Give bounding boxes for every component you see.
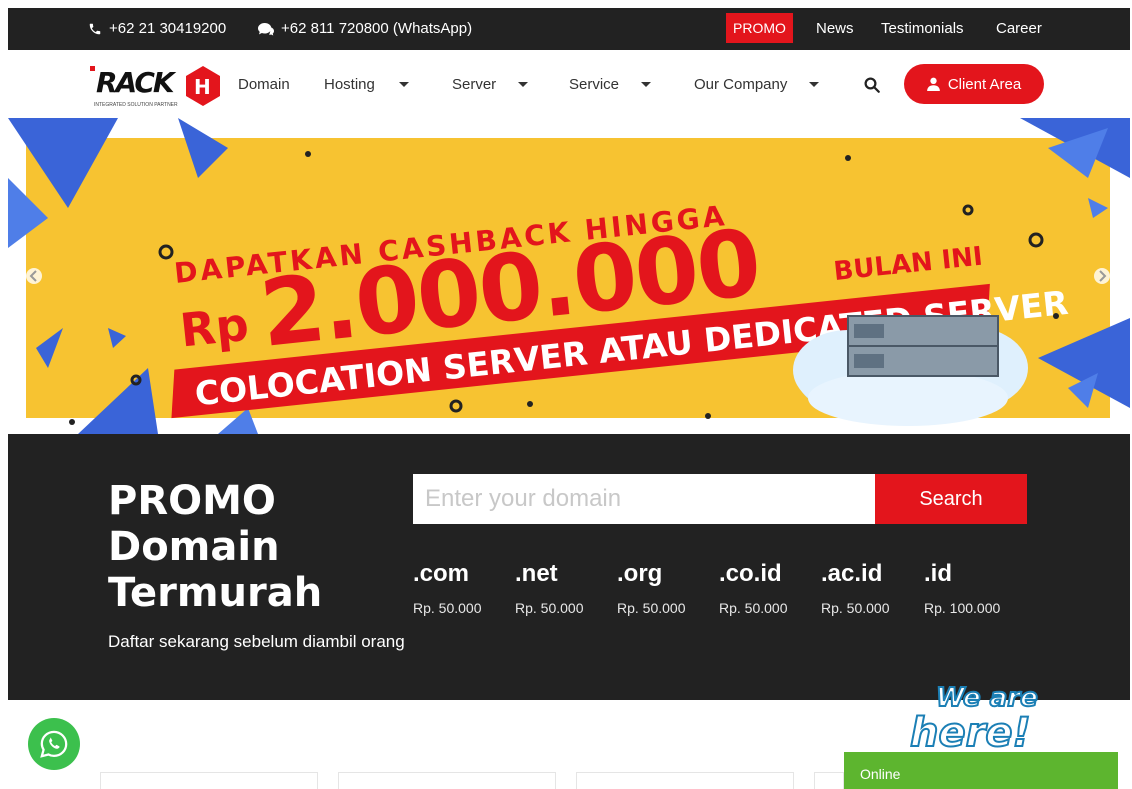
svg-text:here!: here! xyxy=(910,710,1031,754)
tld-extension: .ac.id xyxy=(821,560,883,587)
nav-hosting[interactable]: Hosting xyxy=(324,76,409,93)
career-link[interactable]: Career xyxy=(996,20,1042,37)
testimonials-link[interactable]: Testimonials xyxy=(881,20,964,37)
tld-price: Rp. 50.000 xyxy=(617,600,686,616)
client-area-label: Client Area xyxy=(947,75,1022,93)
tld-com[interactable]: .com Rp. 50.000 xyxy=(413,560,482,616)
nav-service[interactable]: Service xyxy=(569,76,652,93)
promo-link[interactable]: PROMO xyxy=(726,13,793,43)
user-icon xyxy=(926,77,940,91)
tld-extension: .co.id xyxy=(719,560,782,587)
hero-banner: DAPATKAN CASHBACK HINGGA Rp 2.000.000 BU… xyxy=(8,118,1130,434)
chat-status: Online xyxy=(860,766,901,782)
chevron-down-icon xyxy=(398,82,409,87)
news-link[interactable]: News xyxy=(816,20,854,37)
service-card xyxy=(814,772,844,789)
chevron-down-icon xyxy=(809,82,820,87)
phone-contact[interactable]: +62 21 30419200 xyxy=(88,20,226,37)
we-are-here-badge[interactable]: We are here! xyxy=(906,674,1062,754)
tld-price: Rp. 50.000 xyxy=(515,600,584,616)
domain-search-input[interactable] xyxy=(413,474,875,524)
whatsapp-icon xyxy=(40,730,68,758)
top-bar: +62 21 30419200 +62 811 720800 (WhatsApp… xyxy=(8,8,1130,50)
whatsapp-float-button[interactable] xyxy=(28,718,80,770)
tld-org[interactable]: .org Rp. 50.000 xyxy=(617,560,686,616)
tld-co-id[interactable]: .co.id Rp. 50.000 xyxy=(719,560,788,616)
live-chat-bar[interactable]: Online xyxy=(844,752,1118,789)
tld-price: Rp. 50.000 xyxy=(413,600,482,616)
promo-subtitle: Daftar sekarang sebelum diambil orang xyxy=(108,632,405,651)
nav-domain-label: Domain xyxy=(238,76,290,93)
whatsapp-number: +62 811 720800 (WhatsApp) xyxy=(281,20,473,37)
tld-id[interactable]: .id Rp. 100.000 xyxy=(924,560,1000,616)
nav-our-company[interactable]: Our Company xyxy=(694,76,820,93)
nav-server-label: Server xyxy=(452,76,497,93)
svg-text:RACK: RACK xyxy=(96,66,177,99)
tld-price: Rp. 50.000 xyxy=(821,600,890,616)
tld-extension: .com xyxy=(413,560,470,587)
tld-net[interactable]: .net Rp. 50.000 xyxy=(515,560,584,616)
rack-logo[interactable]: RACK H INTEGRATED SOLUTION PARTNER xyxy=(88,58,228,110)
promo-heading-line: Domain xyxy=(108,524,280,570)
tld-price: Rp. 100.000 xyxy=(924,600,1001,616)
chevron-down-icon xyxy=(518,82,529,87)
chevron-down-icon xyxy=(641,82,652,87)
domain-promo-section: PROMO Domain Termurah Daftar sekarang se… xyxy=(8,434,1130,700)
tld-price: Rp. 50.000 xyxy=(719,600,788,616)
service-card xyxy=(338,772,556,789)
svg-text:We are: We are xyxy=(936,683,1038,713)
svg-text:H: H xyxy=(194,75,211,99)
svg-text:INTEGRATED SOLUTION PARTNER: INTEGRATED SOLUTION PARTNER xyxy=(94,102,178,108)
tld-extension: .id xyxy=(924,560,952,587)
nav-server[interactable]: Server xyxy=(452,76,529,93)
phone-icon xyxy=(89,23,101,34)
service-card xyxy=(100,772,318,789)
promo-heading-line: Termurah xyxy=(108,570,323,616)
nav-domain[interactable]: Domain xyxy=(238,76,290,93)
main-nav: RACK H INTEGRATED SOLUTION PARTNER Domai… xyxy=(8,50,1130,118)
service-card xyxy=(576,772,794,789)
nav-service-label: Service xyxy=(569,76,620,93)
svg-text:Rp: Rp xyxy=(178,297,252,358)
cashback-banner-image: DAPATKAN CASHBACK HINGGA Rp 2.000.000 BU… xyxy=(8,118,1130,434)
banner-next-arrow xyxy=(1094,268,1110,284)
nav-hosting-label: Hosting xyxy=(324,76,375,93)
promo-heading-line: PROMO xyxy=(108,478,276,524)
banner-prev-arrow xyxy=(26,268,42,284)
search-icon[interactable] xyxy=(863,76,881,94)
page: +62 21 30419200 +62 811 720800 (WhatsApp… xyxy=(8,8,1130,789)
chat-bubble-icon xyxy=(258,22,274,36)
tld-ac-id[interactable]: .ac.id Rp. 50.000 xyxy=(821,560,890,616)
client-area-button[interactable]: Client Area xyxy=(904,64,1044,104)
tld-extension: .net xyxy=(515,560,558,587)
tld-extension: .org xyxy=(617,560,663,587)
nav-our-company-label: Our Company xyxy=(694,76,788,93)
whatsapp-contact[interactable]: +62 811 720800 (WhatsApp) xyxy=(258,20,472,37)
phone-number: +62 21 30419200 xyxy=(109,20,227,37)
domain-search-button[interactable]: Search xyxy=(875,474,1027,524)
promo-heading: PROMO Domain Termurah xyxy=(108,478,322,616)
